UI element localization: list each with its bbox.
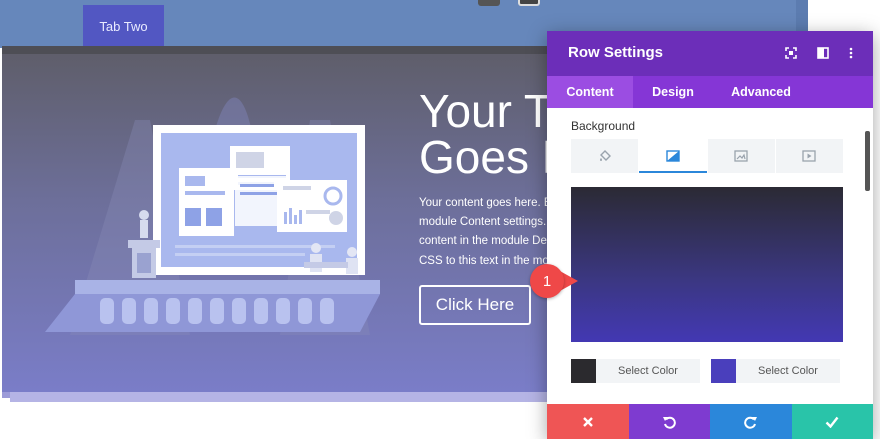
modal-body: Background Select Color Select Color [547,108,873,404]
annotation-marker: 1 [530,264,564,298]
conference-illustration [45,97,380,335]
scrollbar[interactable] [865,131,870,191]
more-options-icon[interactable] [843,45,859,61]
background-type-selector [571,139,843,173]
modal-footer [547,404,873,439]
tab-design[interactable]: Design [633,76,713,108]
undo-icon [663,416,677,429]
video-icon[interactable] [776,139,843,173]
redo-icon [743,416,757,429]
gradient-icon[interactable] [639,139,708,173]
color-swatch[interactable] [711,359,736,383]
hero-body-line: Your content goes here. Edit or remove t… [419,197,547,209]
toolbar-icon[interactable] [478,0,500,6]
color-fill-icon[interactable] [571,139,640,173]
undo-button[interactable] [628,404,710,439]
tab-content[interactable]: Content [547,76,633,108]
select-color-button[interactable]: Select Color [736,359,840,383]
save-icon [825,416,839,428]
gradient-start-color: Select Color [571,359,700,383]
save-button[interactable] [791,404,873,439]
split-view-icon[interactable] [815,45,831,61]
fullscreen-icon[interactable] [783,45,799,61]
tab-two[interactable]: Tab Two [83,5,164,47]
hero-title: Your T Goes H [419,88,547,180]
hero-body-text: Your content goes here. Edit or remove t… [419,194,547,272]
row-settings-modal: Row Settings Content Design Advanced Bac… [547,31,873,439]
modal-title: Row Settings [568,44,664,61]
settings-tabbar: Content Design Advanced [547,76,873,108]
toolbar-icon[interactable] [518,0,540,6]
image-icon[interactable] [708,139,776,173]
hero-body-line: CSS to this text in the module Advanced … [419,254,547,267]
click-here-button[interactable]: Click Here [419,285,531,325]
hero-body-line: module Content settings. You can also st… [419,216,547,229]
gradient-end-color: Select Color [711,359,840,383]
background-label: Background [571,119,636,133]
discard-icon [582,416,593,427]
color-swatch[interactable] [571,359,596,383]
select-color-button[interactable]: Select Color [596,359,700,383]
hero-body-line: content in the module Design settings an… [419,235,547,248]
annotation-number: 1 [542,272,552,290]
redo-button[interactable] [710,404,792,439]
gradient-preview[interactable] [571,187,843,342]
hero-shadow-corner [2,392,10,398]
discard-button[interactable] [547,404,629,439]
modal-header: Row Settings [547,31,873,76]
tab-advanced[interactable]: Advanced [713,76,809,108]
